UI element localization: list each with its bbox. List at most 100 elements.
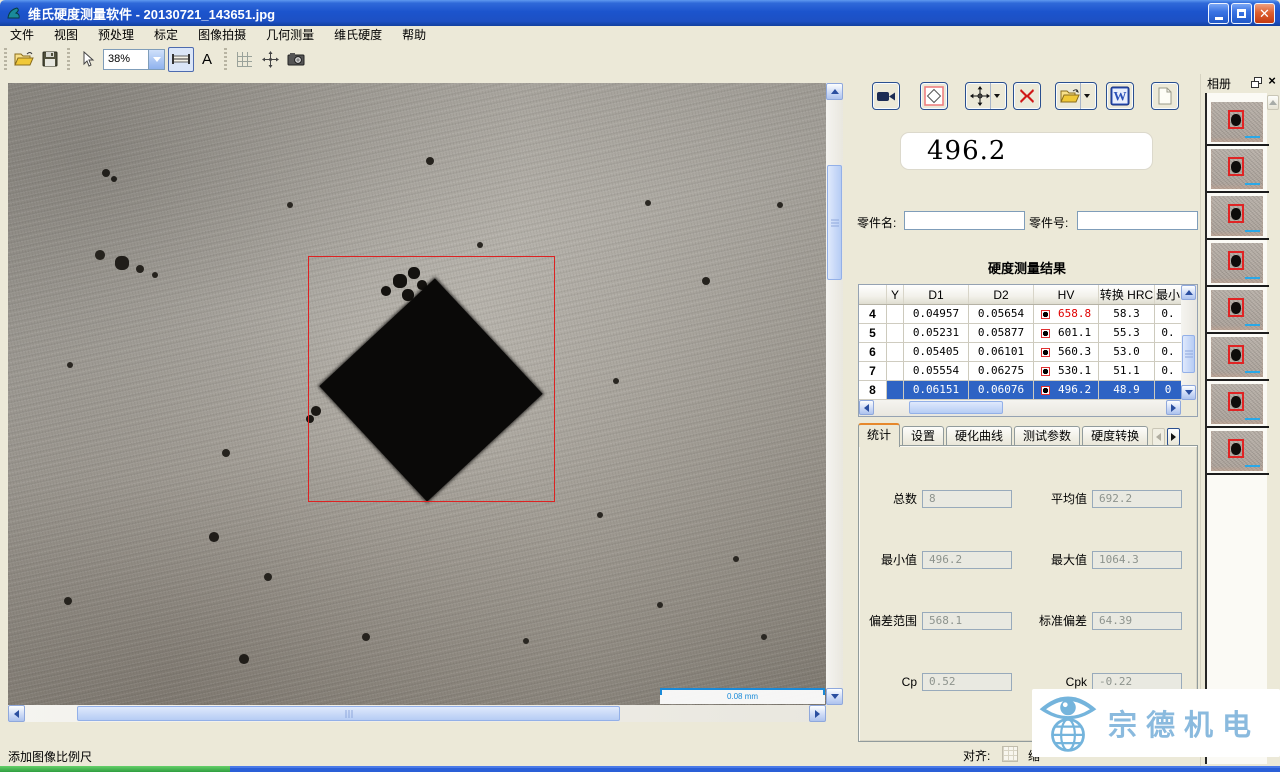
menu-item-0[interactable]: 文件: [0, 26, 44, 44]
menu-item-2[interactable]: 预处理: [88, 26, 144, 44]
tab-0[interactable]: 统计: [858, 423, 900, 447]
tabs-scroll-left-button[interactable]: [1152, 428, 1165, 446]
horizontal-scroll-thumb[interactable]: [909, 401, 1003, 414]
results-table-header: YD1D2HV转换 HRC最小: [859, 285, 1181, 305]
scroll-left-button[interactable]: [859, 400, 874, 415]
part-no-input[interactable]: [1077, 211, 1198, 230]
album-thumbnail-1[interactable]: [1211, 149, 1263, 189]
word-report-button[interactable]: W: [1106, 82, 1134, 110]
vertical-scroll-thumb[interactable]: [1182, 335, 1195, 373]
thumbnail-indentation: [1231, 255, 1241, 267]
album-thumbnail-2[interactable]: [1211, 196, 1263, 236]
table-row[interactable]: 50.052310.05877601.155.30.: [859, 324, 1181, 343]
zoom-dropdown-button[interactable]: [148, 50, 164, 69]
album-thumbnail-6[interactable]: [1211, 384, 1263, 424]
tab-1[interactable]: 设置: [902, 426, 944, 446]
thumbnail-indent-box: [1228, 439, 1244, 458]
scroll-up-button[interactable]: [1181, 285, 1196, 300]
scroll-down-button[interactable]: [1181, 385, 1196, 400]
open-report-button[interactable]: [1055, 82, 1097, 110]
album-thumbnail-5[interactable]: [1211, 337, 1263, 377]
table-row[interactable]: 60.054050.06101560.353.00.: [859, 343, 1181, 362]
menu-item-3[interactable]: 标定: [144, 26, 188, 44]
center-crosshair-button[interactable]: [257, 47, 283, 72]
menu-item-5[interactable]: 几何测量: [256, 26, 324, 44]
table-vertical-scrollbar[interactable]: [1181, 285, 1197, 400]
table-row[interactable]: 40.049570.05654658.858.30.: [859, 305, 1181, 324]
scroll-left-button[interactable]: [8, 705, 25, 722]
table-horizontal-scrollbar[interactable]: [859, 400, 1181, 416]
open-file-button[interactable]: [11, 47, 37, 72]
scroll-up-button[interactable]: [826, 83, 843, 100]
toolbar-grip: [224, 48, 227, 70]
hrc-cell: 51.1: [1099, 362, 1155, 380]
album-thumbnail-4[interactable]: [1211, 290, 1263, 330]
grid-button[interactable]: [231, 47, 257, 72]
column-header-1[interactable]: Y: [887, 285, 904, 304]
album-thumbnail-3[interactable]: [1211, 243, 1263, 283]
taskbar-start-segment: [0, 766, 230, 772]
scroll-down-button[interactable]: [826, 688, 843, 705]
close-icon[interactable]: ×: [1265, 74, 1279, 88]
microscope-image[interactable]: 0.08 mm: [8, 83, 826, 705]
stat-label-3: 最大值: [1017, 551, 1087, 570]
column-header-6[interactable]: 最小: [1155, 285, 1181, 304]
viewer-vertical-scrollbar[interactable]: [826, 83, 843, 705]
maximize-button[interactable]: [1231, 3, 1252, 24]
horizontal-scroll-thumb[interactable]: [77, 706, 620, 721]
album-thumbnail-7[interactable]: [1211, 431, 1263, 471]
open-report-dropdown[interactable]: [1080, 83, 1093, 109]
tab-2[interactable]: 硬化曲线: [946, 426, 1012, 446]
scroll-up-button[interactable]: [1267, 95, 1279, 110]
select-cursor-button[interactable]: [74, 47, 100, 72]
part-name-input[interactable]: [904, 211, 1025, 230]
row-number-cell: 4: [859, 305, 887, 323]
align-grid-icon[interactable]: [1002, 746, 1018, 762]
tab-3[interactable]: 测试参数: [1014, 426, 1080, 446]
save-button[interactable]: [37, 47, 63, 72]
tab-4[interactable]: 硬度转换: [1082, 426, 1148, 446]
new-document-button[interactable]: [1151, 82, 1179, 110]
title-bar: 维氏硬度测量软件 - 20130721_143651.jpg ✕: [0, 0, 1280, 26]
tabs-scroll-right-button[interactable]: [1167, 428, 1180, 446]
window-title: 维氏硬度测量软件 - 20130721_143651.jpg: [28, 4, 275, 23]
column-header-3[interactable]: D2: [969, 285, 1034, 304]
capture-camera-button[interactable]: [283, 47, 309, 72]
column-header-4[interactable]: HV: [1034, 285, 1099, 304]
column-header-2[interactable]: D1: [904, 285, 969, 304]
measure-ruler-button[interactable]: [168, 47, 194, 72]
indent-detect-button[interactable]: [920, 82, 948, 110]
column-header-5[interactable]: 转换 HRC: [1099, 285, 1155, 304]
menu-item-6[interactable]: 维氏硬度: [324, 26, 392, 44]
hv-cell: 601.1: [1034, 324, 1099, 342]
min-cell: 0.: [1155, 362, 1181, 380]
indent-move-button[interactable]: [965, 82, 1007, 110]
album-thumbnail-0[interactable]: [1211, 102, 1263, 142]
menu-item-7[interactable]: 帮助: [392, 26, 436, 44]
table-row[interactable]: 70.055540.06275530.151.10.: [859, 362, 1181, 381]
text-annotation-button[interactable]: A: [194, 47, 220, 72]
minimize-button[interactable]: [1208, 3, 1229, 24]
menu-item-1[interactable]: 视图: [44, 26, 88, 44]
float-window-icon[interactable]: [1250, 76, 1263, 89]
video-capture-button[interactable]: [872, 82, 900, 110]
indent-marker-icon: [1041, 386, 1050, 395]
table-row[interactable]: 80.061510.06076496.248.90: [859, 381, 1181, 400]
scroll-right-button[interactable]: [809, 705, 826, 722]
thumbnail-indentation: [1231, 349, 1241, 361]
viewer-horizontal-scrollbar[interactable]: [8, 705, 826, 722]
scroll-right-button[interactable]: [1166, 400, 1181, 415]
zoom-select[interactable]: 38%: [103, 49, 165, 70]
menu-item-4[interactable]: 图像拍摄: [188, 26, 256, 44]
close-button[interactable]: ✕: [1254, 3, 1275, 24]
grid-icon: [237, 52, 252, 67]
stat-label-5: 标准偏差: [1017, 612, 1087, 631]
chevron-up-icon: [831, 89, 839, 94]
indent-move-dropdown[interactable]: [990, 83, 1003, 109]
vertical-scroll-thumb[interactable]: [827, 165, 842, 280]
row-number-cell: 8: [859, 381, 887, 399]
delete-result-button[interactable]: [1013, 82, 1041, 110]
indent-selection-box[interactable]: [308, 256, 555, 502]
hrc-cell: 53.0: [1099, 343, 1155, 361]
column-header-0[interactable]: [859, 285, 887, 304]
